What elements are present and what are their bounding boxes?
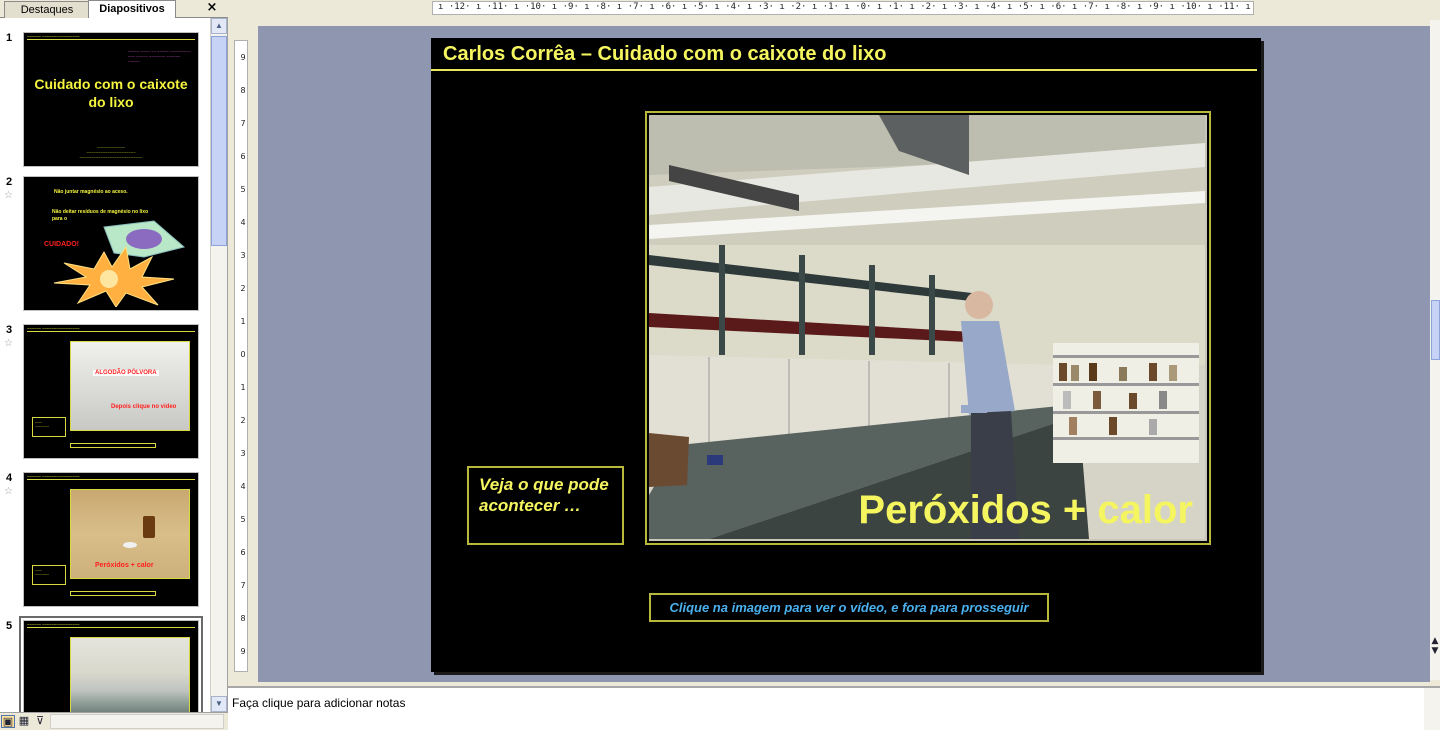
slide-thumbnail-list: 1 ~~~~~~ ~~~~~~~~~~~~~~~~ ~~~~~ ~~~~ ~~ … [0,18,210,712]
thumb-photo: ALGODÃO PÓLVORA Depois clique no video [70,341,190,431]
explosion-drawing [53,220,186,307]
view-buttons-bar: ▣ ▦ ⊽ [0,712,228,730]
thumb-caption: Não juntar magnésio ao aceso. [54,189,128,195]
slide-thumbnail-1[interactable]: ~~~~~~ ~~~~~~~~~~~~~~~~ ~~~~~ ~~~~ ~~ ~~… [23,32,199,167]
vertical-ruler: 9 8 7 6 5 4 3 2 1 0 1 2 3 4 5 6 7 8 9 [232,20,250,680]
thumb-title: Cuidado com o caixote do lixo [34,76,188,110]
veja-text: Veja o que pode acontecer … [479,475,609,515]
thumbnail-row-4[interactable]: 4 ☆ ~~~~~~ ~~~~~~~~~~~~~~~~ Peróxidos + … [0,472,210,612]
thumb-link-box [70,591,156,596]
ruler-marks: ı ·12· ı ·11· ı ·10· ı ·9· ı ·8· ı ·7· ı… [438,2,1258,12]
thumb-link-box [70,443,156,448]
thumbnail-scrollbar[interactable]: ▲ ▼ [210,18,227,712]
ruler-tick: 8 [240,614,246,623]
notes-scrollbar[interactable] [1424,688,1440,730]
slide-thumbnail-3[interactable]: ~~~~~~ ~~~~~~~~~~~~~~~~ ALGODÃO PÓLVORA … [23,324,199,459]
thumb-veja-box: ~~~~ ~~~~~~~~ [32,565,66,585]
slide-thumbnail-5[interactable]: ~~~~~~ ~~~~~~~~~~~~~~~~ [19,616,203,712]
tab-outline[interactable]: Destaques [4,1,90,18]
thumb-note-text: ~~~~~ ~~~~ ~~ ~~~~~ ~~~~~~~~~ ~~~ ~~~~~ … [128,49,191,64]
ruler-tick: 6 [240,152,246,161]
bottle-shape [143,516,155,538]
thumb-photo-label: ALGODÃO PÓLVORA [93,370,159,376]
slide-number: 5 [6,620,13,632]
video-hint-link[interactable]: Clique na imagem para ver o vídeo, e for… [649,593,1049,622]
ruler-tick: 4 [240,218,246,227]
thumb-veja-box: ~~~~ ~~~~~~~~ [32,417,66,437]
slide-canvas[interactable]: Carlos Corrêa – Cuidado com o caixote do… [431,38,1261,672]
animation-star-icon: ☆ [4,486,13,497]
ruler-tick: 9 [240,647,246,656]
scrollbar-thumb[interactable] [211,36,227,246]
lab-scene-drawing [649,115,1205,539]
lab-photo[interactable]: Peróxidos + calor [649,115,1207,541]
ruler-surface: 9 8 7 6 5 4 3 2 1 0 1 2 3 4 5 6 7 8 9 [234,40,248,672]
slide-thumbnail-2[interactable]: Não juntar magnésio ao aceso. Não deitar… [23,176,199,311]
ruler-tick: 3 [240,251,246,260]
powerpoint-window: Destaques Diapositivos × 1 ~~~~~~ ~~~~~~… [0,0,1440,730]
slide-sorter-icon[interactable]: ▦ [17,715,31,728]
close-icon[interactable]: × [204,0,220,16]
animation-star-icon: ☆ [4,190,13,201]
ruler-tick: 4 [240,482,246,491]
ruler-tick: 9 [240,53,246,62]
slide-nav-buttons[interactable]: ▲ ▼ [1430,636,1440,668]
ruler-tick: 3 [240,449,246,458]
scroll-up-icon[interactable]: ▲ [211,18,227,34]
thumb-photo: Peróxidos + calor [70,489,190,579]
thumb-rule [27,479,195,480]
slides-pane: Destaques Diapositivos × 1 ~~~~~~ ~~~~~~… [0,0,228,730]
ruler-tick: 7 [240,119,246,128]
title-divider [431,69,1257,71]
ruler-tick: 7 [240,581,246,590]
ruler-tick: 8 [240,86,246,95]
scrollbar-thumb[interactable] [1431,300,1440,360]
thumbnail-row-2[interactable]: 2 ☆ Não juntar magnésio ao aceso. Não de… [0,176,210,316]
video-frame[interactable]: Peróxidos + calor [645,111,1211,545]
normal-view-icon[interactable]: ▣ [1,715,15,728]
slide-number: 3 [6,324,13,336]
thumb-rule [27,331,195,332]
ruler-tick: 1 [240,383,246,392]
thumb-credits: ~~~~~~~~~~~~ ~~~~~~~~~~~~~~~~~~~~~ ~~~~~~~… [79,145,143,160]
ruler-tick: 5 [240,185,246,194]
slide-title[interactable]: Carlos Corrêa – Cuidado com o caixote do… [443,43,886,66]
ruler-tick: 2 [240,284,246,293]
slide-number: 4 [6,472,13,484]
thumb-photo-sublabel: Depois clique no video [111,404,177,410]
notes-placeholder[interactable]: Faça clique para adicionar notas [232,696,405,710]
photo-caption: Peróxidos + calor [858,488,1193,532]
horizontal-ruler: ı ·12· ı ·11· ı ·10· ı ·9· ı ·8· ı ·7· ı… [232,0,1428,17]
ruler-tick: 1 [240,317,246,326]
thumbnail-row-1[interactable]: 1 ~~~~~~ ~~~~~~~~~~~~~~~~ ~~~~~ ~~~~ ~~ … [0,32,210,172]
horizontal-scrollbar[interactable] [50,714,224,729]
ruler-tick: 6 [240,548,246,557]
animation-star-icon: ☆ [4,338,13,349]
slideshow-icon[interactable]: ⊽ [33,715,47,728]
notes-pane[interactable]: Faça clique para adicionar notas [228,686,1440,730]
thumb-rule [27,627,195,628]
ruler-tick: 0 [240,350,246,359]
next-slide-icon[interactable]: ▼ [1430,646,1440,656]
thumb-photo [70,637,190,712]
slide-number: 1 [6,32,13,44]
thumb-photo-label: Peróxidos + calor [95,562,154,569]
thumbnail-row-3[interactable]: 3 ☆ ~~~~~~ ~~~~~~~~~~~~~~~~ ALGODÃO PÓLV… [0,324,210,464]
ruler-tick: 5 [240,515,246,524]
ruler-tick: 2 [240,416,246,425]
slide-number: 2 [6,176,13,188]
pane-tab-strip: Destaques Diapositivos × [0,0,228,19]
slide-thumbnail-4[interactable]: ~~~~~~ ~~~~~~~~~~~~~~~~ Peróxidos + calo… [23,472,199,607]
thumb-rule [27,39,195,40]
thumbnail-row-5[interactable]: 5 ~~~~~~ ~~~~~~~~~~~~~~~~ [0,616,210,712]
slide-workspace: Carlos Corrêa – Cuidado com o caixote do… [258,26,1430,682]
dish-shape [123,542,137,548]
scroll-down-icon[interactable]: ▼ [211,696,227,712]
tab-slides[interactable]: Diapositivos [88,0,176,19]
thumb-warning: CUIDADO! [44,241,79,248]
veja-text-box[interactable]: Veja o que pode acontecer … [467,466,624,545]
previous-slide-icon[interactable]: ▲ [1430,636,1440,646]
